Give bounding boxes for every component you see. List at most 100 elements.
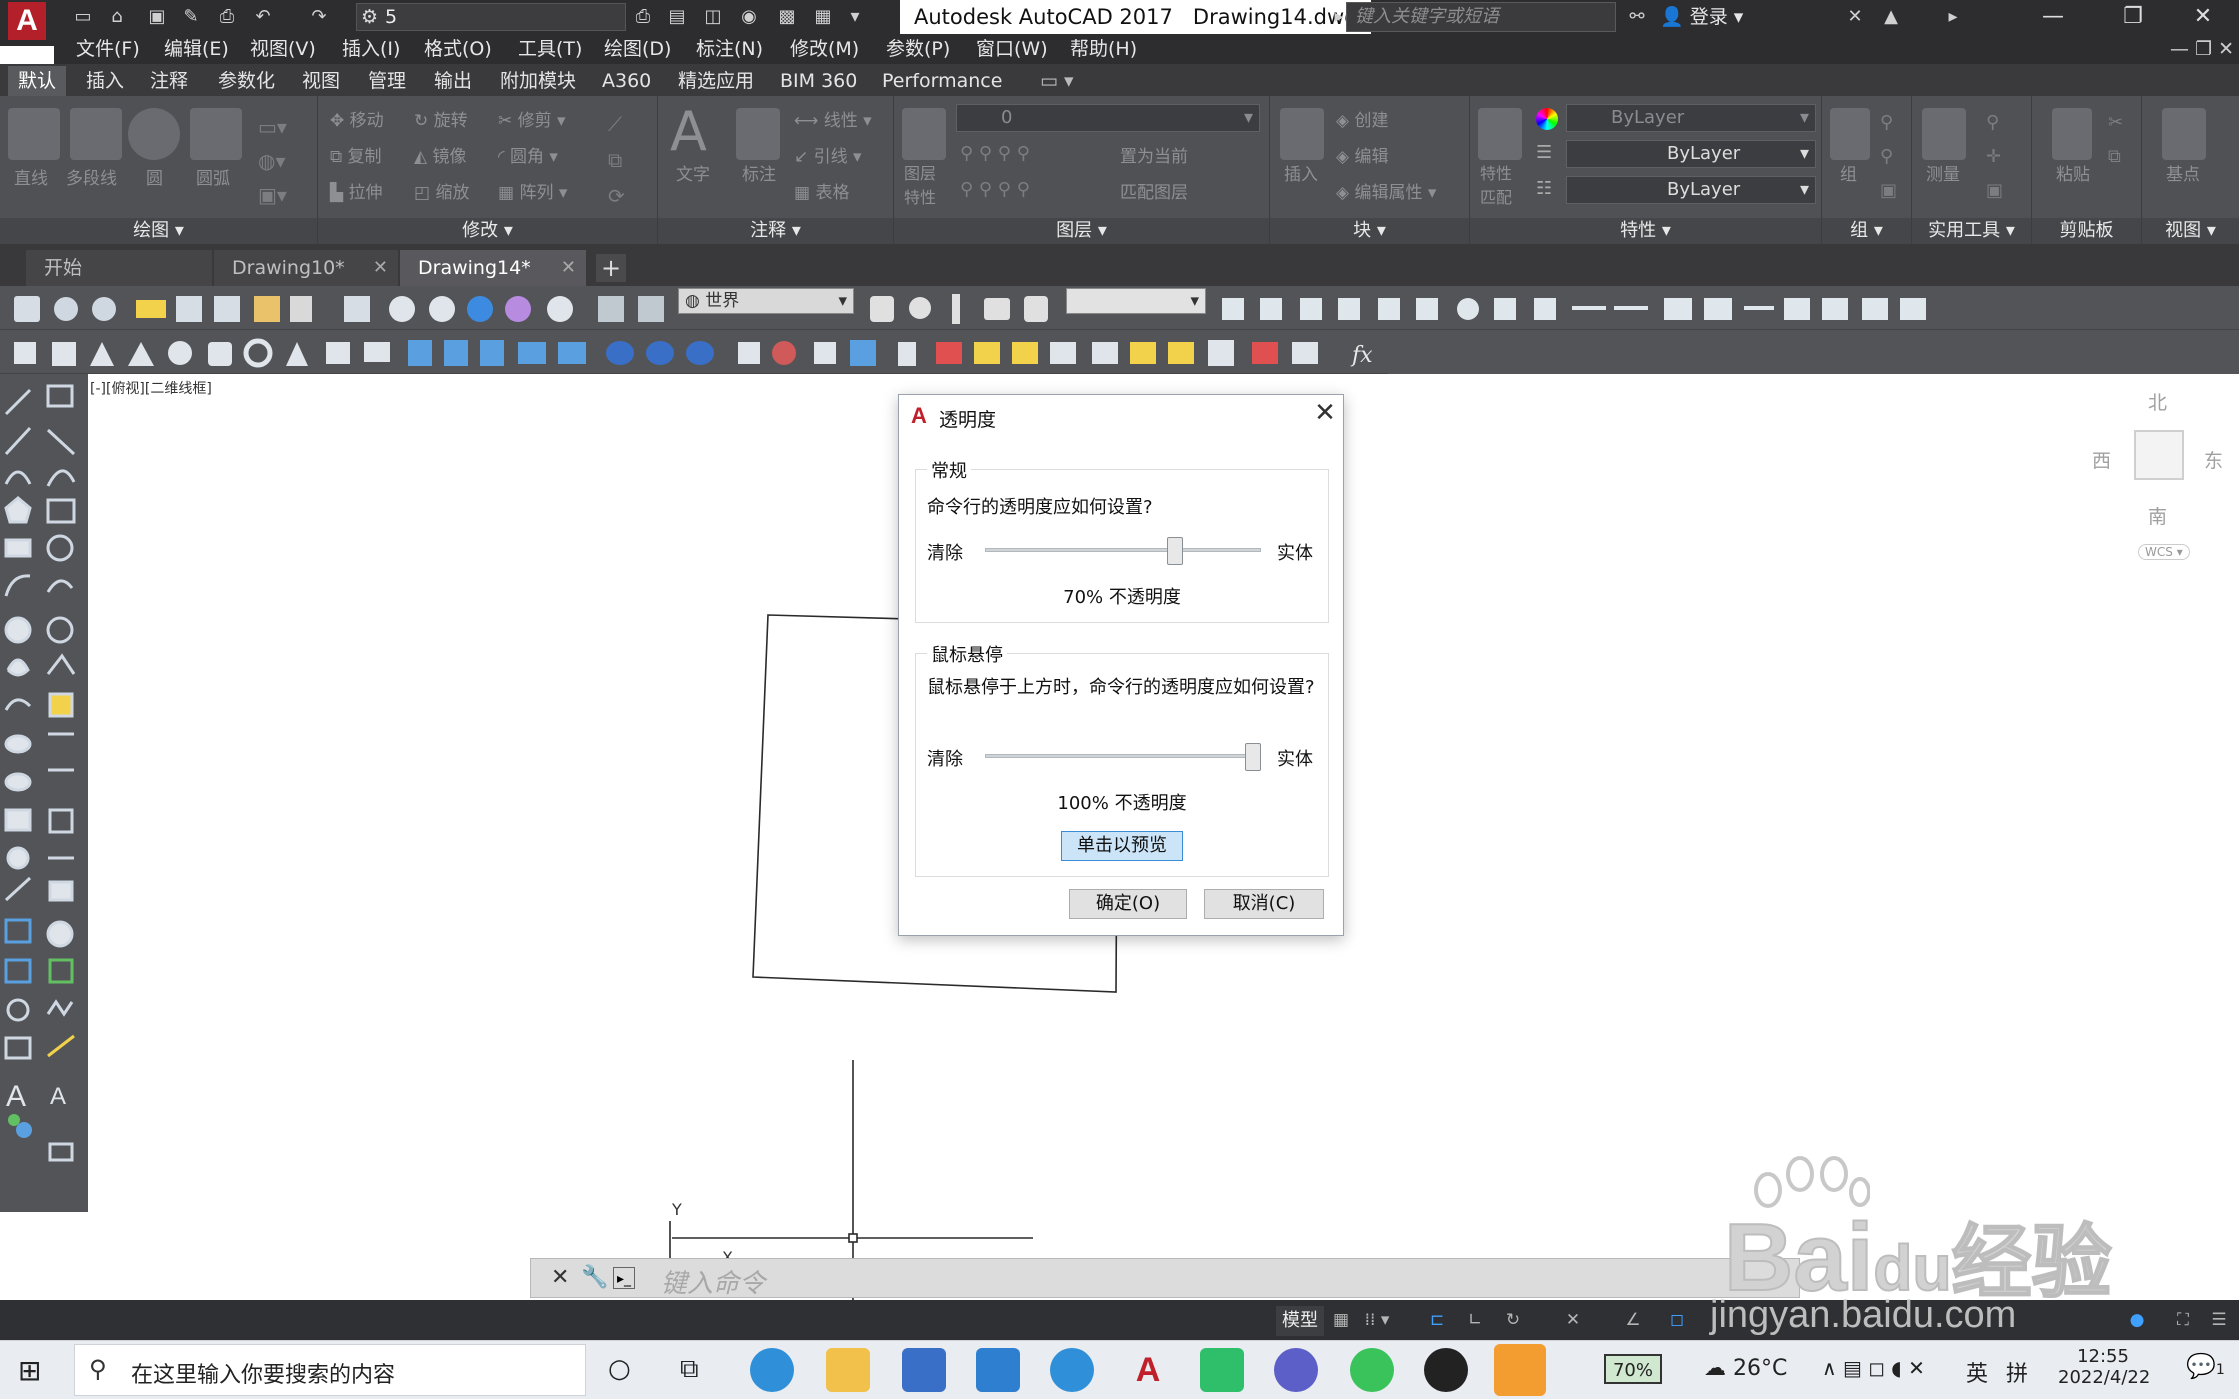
mirror-button[interactable]: ◭ 镜像: [414, 142, 466, 167]
line-icon[interactable]: [8, 108, 60, 160]
text-icon[interactable]: A: [670, 100, 707, 163]
ime-indicator[interactable]: 英: [1966, 1356, 1988, 1388]
close-window-button[interactable]: ✕: [2168, 0, 2238, 34]
annotation-visibility-icon[interactable]: ◻ ▾: [1664, 1308, 1690, 1354]
panel-annotation-title[interactable]: 注释 ▾: [658, 218, 893, 244]
command-prompt-icon[interactable]: ▸_: [613, 1267, 635, 1289]
trim-button[interactable]: ✂ 修剪 ▾: [498, 106, 566, 131]
publish-icon[interactable]: ◫: [700, 4, 726, 30]
tab-featured-apps[interactable]: 精选应用: [668, 66, 764, 96]
edit-attributes-button[interactable]: ◈ 编辑属性 ▾: [1336, 178, 1436, 203]
tab-addins[interactable]: 附加模块: [490, 66, 586, 96]
workspace-select[interactable]: ⚙ 5: [356, 3, 626, 31]
save-as-icon[interactable]: ✎: [178, 4, 204, 30]
redo-icon[interactable]: ↷: [306, 4, 332, 30]
model-space-button[interactable]: 模型: [1276, 1306, 1324, 1336]
customize-wrench-icon[interactable]: 🔧: [581, 1265, 608, 1290]
edge-icon[interactable]: [750, 1348, 794, 1392]
ucs-select[interactable]: ◍ 世界 ▾: [678, 288, 854, 314]
file-explorer-icon[interactable]: [826, 1348, 870, 1392]
match-layer-button[interactable]: 匹配图层: [1120, 178, 1188, 203]
menu-insert[interactable]: 插入(I): [342, 34, 400, 64]
general-slider-thumb[interactable]: [1167, 537, 1183, 565]
array-button[interactable]: ▦ 阵列 ▾: [498, 178, 567, 203]
viewcube-south[interactable]: 南: [2148, 502, 2167, 529]
panel-properties-title[interactable]: 特性 ▾: [1470, 218, 1821, 244]
weather-widget[interactable]: ☁ 26°C: [1704, 1356, 1787, 1381]
app-bird-icon[interactable]: [1424, 1348, 1468, 1392]
cortana-icon[interactable]: ○: [608, 1354, 631, 1384]
restore-button[interactable]: ❐: [2098, 0, 2168, 34]
infer-constraints-icon[interactable]: ⊏: [1424, 1308, 1450, 1332]
tab-manage[interactable]: 管理: [358, 66, 416, 96]
new-file-icon[interactable]: ▭: [70, 4, 96, 30]
draw-more-icons[interactable]: ▭▾ ◍▾ ▣▾: [258, 110, 298, 210]
create-block-button[interactable]: ◈ 创建: [1336, 106, 1388, 131]
ok-button[interactable]: 确定(O): [1069, 889, 1187, 919]
layer-properties-icon[interactable]: [902, 108, 946, 160]
modify-icon-strip[interactable]: [1214, 290, 2239, 328]
preview-button[interactable]: 单击以预览: [1061, 831, 1183, 861]
group-tool-icons[interactable]: ⚲ ⚲ ▣: [1880, 106, 1897, 208]
layer-select[interactable]: 0 ▾: [956, 104, 1260, 132]
move-button[interactable]: ✥ 移动: [330, 106, 384, 131]
share-icon[interactable]: ◉: [736, 4, 762, 30]
ribbon-minimize-icon[interactable]: ▭ ▾: [1030, 66, 1084, 96]
lineweight-display-icon[interactable]: ∠ ▾: [1620, 1308, 1646, 1354]
tab-parametric[interactable]: 参数化: [208, 66, 285, 96]
viewcube-east[interactable]: 东: [2204, 446, 2223, 473]
search-input[interactable]: 键入关键字或短语: [1346, 2, 1616, 32]
clipboard-tool-icons[interactable]: ✂ ⧉: [2108, 106, 2123, 174]
osnap-icon[interactable]: ✕ ▾: [1560, 1308, 1586, 1354]
autocad-taskbar-icon[interactable]: A: [1126, 1348, 1170, 1392]
panel-clipboard-title[interactable]: 剪贴板: [2032, 218, 2141, 244]
doc-window-controls[interactable]: — ❐ ✕: [2170, 34, 2234, 64]
fillet-button[interactable]: ◜ 圆角 ▾: [498, 142, 558, 167]
match-icon[interactable]: ▩: [774, 4, 800, 30]
polyline-icon[interactable]: [70, 108, 122, 160]
modeling-icon-strip[interactable]: fx: [8, 334, 1388, 372]
battery-indicator[interactable]: 70%: [1604, 1354, 1662, 1384]
viewcube-top-face[interactable]: [2134, 430, 2184, 480]
layer-tool-icons[interactable]: ⚲ ⚲ ⚲ ⚲ ⚲ ⚲ ⚲ ⚲: [960, 136, 1030, 208]
paste-icon[interactable]: [2052, 108, 2092, 160]
menu-dimension[interactable]: 标注(N): [696, 34, 763, 64]
minimize-button[interactable]: —: [2018, 0, 2088, 34]
plot-preview-icon[interactable]: ⎙: [630, 4, 656, 30]
doc-tab-drawing10[interactable]: Drawing10* ✕: [214, 250, 398, 286]
store-icon[interactable]: [902, 1348, 946, 1392]
tab-default[interactable]: 默认: [8, 66, 67, 96]
viewcube-west[interactable]: 西: [2092, 446, 2111, 473]
close-command-line-icon[interactable]: ✕: [551, 1265, 569, 1290]
lineweight-select[interactable]: ByLayer ▾: [1566, 140, 1816, 168]
cancel-button[interactable]: 取消(C): [1204, 889, 1324, 919]
menu-file[interactable]: 文件(F): [76, 34, 140, 64]
ie-icon[interactable]: [1050, 1348, 1094, 1392]
grid-icon[interactable]: ▦: [1328, 1308, 1354, 1332]
base-point-icon[interactable]: [2162, 108, 2206, 160]
windows-start-icon[interactable]: ⊞: [18, 1354, 41, 1387]
insert-block-icon[interactable]: [1280, 108, 1324, 160]
app-infinity-icon[interactable]: [1274, 1348, 1318, 1392]
notification-icon[interactable]: 💬1: [2186, 1352, 2225, 1380]
menu-edit[interactable]: 编辑(E): [164, 34, 229, 64]
color-wheel-icon[interactable]: [1536, 108, 1558, 130]
arc-icon[interactable]: [190, 108, 242, 160]
ime-pinyin-indicator[interactable]: 拼: [2006, 1356, 2028, 1388]
tab-annotate[interactable]: 注释: [140, 66, 198, 96]
help-more-icon[interactable]: ▸: [1940, 4, 1966, 30]
new-tab-button[interactable]: +: [596, 254, 626, 282]
match-properties-icon[interactable]: [1478, 108, 1522, 160]
nav-icon-strip[interactable]: [864, 290, 1064, 328]
tab-output[interactable]: 输出: [424, 66, 482, 96]
tab-a360[interactable]: A360: [592, 66, 661, 96]
named-view-select[interactable]: ▾: [1066, 288, 1206, 314]
doc-tab-start[interactable]: 开始: [26, 250, 212, 286]
utilities-tool-icons[interactable]: ⚲ ✛ ▣: [1986, 106, 2003, 208]
polar-icon[interactable]: ↻ ▾: [1500, 1308, 1526, 1354]
app-orange-icon[interactable]: [1494, 1344, 1546, 1396]
table-button[interactable]: ▦ 表格: [794, 178, 849, 203]
open-file-icon[interactable]: ⌂: [104, 4, 130, 30]
menu-format[interactable]: 格式(O): [424, 34, 492, 64]
undo-icon[interactable]: ↶: [250, 4, 276, 30]
